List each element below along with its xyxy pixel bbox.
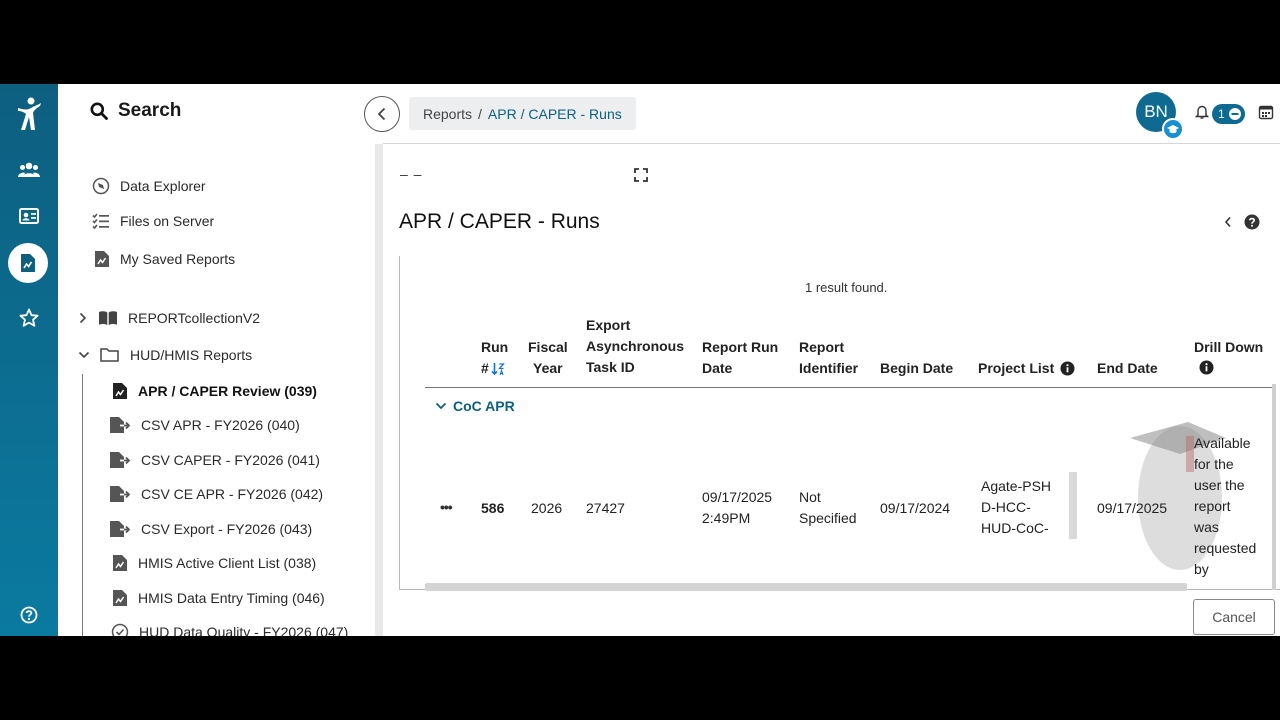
report-csv-caper[interactable]: CSV CAPER - FY2026 (041) <box>109 451 320 469</box>
column-header-report-run-date[interactable]: Report Run Date <box>702 337 778 379</box>
column-header-begin-date[interactable]: Begin Date <box>880 358 953 379</box>
cell-fiscal-year: 2026 <box>531 500 563 516</box>
search-icon <box>90 102 108 120</box>
cell-run-date: 09/17/2025 2:49PM <box>702 489 773 526</box>
column-header-export-task-id[interactable]: Export Asynchronous Task ID <box>586 315 684 378</box>
group-toggle-coc-apr[interactable]: CoC APR <box>435 398 515 414</box>
help-icon[interactable] <box>17 603 41 627</box>
book-icon <box>99 311 117 325</box>
nav-item-data-explorer[interactable]: Data Explorer <box>92 177 206 195</box>
cell-end-date: 09/17/2025 <box>1097 500 1168 516</box>
report-csv-export[interactable]: CSV Export - FY2026 (043) <box>109 520 312 538</box>
letterbox-top <box>0 0 1280 84</box>
breadcrumb-separator: / <box>478 105 482 122</box>
content-scrollbar[interactable] <box>375 144 383 636</box>
chevron-down-icon <box>435 402 447 410</box>
column-header-fiscal-year[interactable]: Fiscal Year <box>528 337 568 379</box>
app-logo-icon[interactable] <box>14 96 44 132</box>
id-card-icon[interactable] <box>17 204 41 228</box>
sort-descending-icon[interactable] <box>491 362 505 376</box>
report-nav-panel: Search Data Explorer Files on Server My … <box>58 84 383 636</box>
search-label: Search <box>118 100 182 121</box>
cell-drill-down: Available for the user the report was re… <box>1194 435 1257 577</box>
report-csv-apr[interactable]: CSV APR - FY2026 (040) <box>109 416 300 434</box>
compass-icon <box>92 177 110 195</box>
search-heading[interactable]: Search <box>90 100 181 122</box>
bell-icon[interactable] <box>1195 104 1209 120</box>
cancel-button[interactable]: Cancel <box>1193 599 1275 635</box>
column-header-run[interactable]: Run # <box>481 337 508 379</box>
column-header-project-list[interactable]: Project List <box>978 358 1075 379</box>
app-window: Search Data Explorer Files on Server My … <box>0 84 1280 636</box>
report-hmis-data-entry-timing[interactable]: HMIS Data Entry Timing (046) <box>112 589 325 607</box>
report-file-icon <box>113 590 127 606</box>
report-file-icon <box>113 383 127 399</box>
graduation-cap-badge-icon[interactable] <box>1162 118 1184 140</box>
result-count: 1 result found. <box>805 280 888 295</box>
clients-icon[interactable] <box>17 158 41 182</box>
folder-hud-hmis-reports[interactable]: HUD/HMIS Reports <box>78 347 252 363</box>
header-divider <box>425 387 1275 388</box>
file-export-icon <box>110 417 131 433</box>
info-icon[interactable] <box>1060 361 1075 376</box>
expand-icon[interactable] <box>634 168 648 182</box>
checklist-icon <box>92 213 109 229</box>
column-header-report-identifier[interactable]: Report Identifier <box>799 337 858 379</box>
report-hmis-active-client-list[interactable]: HMIS Active Client List (038) <box>112 554 316 572</box>
icon-rail <box>0 84 58 636</box>
cell-project-list: Agate-PSH D-HCC- HUD-CoC- <box>981 478 1052 536</box>
breadcrumb-reports[interactable]: Reports <box>423 106 472 122</box>
chevron-right-icon <box>79 312 87 324</box>
file-export-icon <box>110 452 131 468</box>
chevron-down-icon <box>78 351 90 359</box>
favorites-star-icon[interactable] <box>17 306 41 330</box>
notification-count-badge[interactable]: 1 <box>1212 104 1245 124</box>
cell-run: 586 <box>481 500 505 516</box>
letterbox-bottom <box>0 636 1280 720</box>
dashboard-mini-label: – – <box>400 166 423 182</box>
folder-open-icon <box>100 348 119 362</box>
info-icon[interactable] <box>1199 360 1214 375</box>
title-tools <box>1224 214 1260 230</box>
back-button[interactable] <box>364 96 400 132</box>
table-horizontal-scrollbar[interactable] <box>425 583 1187 591</box>
column-header-drill-down[interactable]: Drill Down <box>1194 337 1263 381</box>
check-circle-icon <box>111 623 129 636</box>
column-header-end-date[interactable]: End Date <box>1097 358 1158 379</box>
breadcrumb: Reports / APR / CAPER - Runs <box>409 97 636 130</box>
breadcrumb-current: APR / CAPER - Runs <box>487 105 622 122</box>
report-file-icon <box>113 555 127 571</box>
file-export-icon <box>110 521 131 537</box>
report-file-icon <box>95 251 109 267</box>
chevron-left-icon <box>377 107 386 121</box>
help-icon[interactable] <box>1244 214 1260 230</box>
table-vertical-scrollbar[interactable] <box>1272 384 1276 590</box>
calendar-icon[interactable] <box>1258 104 1274 120</box>
report-apr-caper-review[interactable]: APR / CAPER Review (039) <box>112 382 317 400</box>
nav-item-my-saved-reports[interactable]: My Saved Reports <box>94 250 235 268</box>
cell-task-id: 27427 <box>586 500 625 516</box>
reports-icon[interactable] <box>8 243 48 283</box>
page-title: APR / CAPER - Runs <box>399 210 600 233</box>
row-actions-button[interactable]: ••• <box>440 497 453 518</box>
project-list-scrollbar[interactable] <box>1069 472 1077 539</box>
folder-reportcollectionv2[interactable]: REPORTcollectionV2 <box>78 310 260 326</box>
cell-begin-date: 09/17/2024 <box>880 500 951 516</box>
chevron-left-icon[interactable] <box>1224 216 1232 228</box>
cell-identifier: Not Specified <box>799 489 857 526</box>
report-hud-data-quality[interactable]: HUD Data Quality - FY2026 (047) <box>111 623 348 636</box>
file-export-icon <box>110 486 131 502</box>
minus-circle-icon <box>1228 108 1241 120</box>
nav-item-files-on-server[interactable]: Files on Server <box>92 213 214 229</box>
tree-guide-line <box>82 374 83 636</box>
report-csv-ce-apr[interactable]: CSV CE APR - FY2026 (042) <box>109 485 323 503</box>
